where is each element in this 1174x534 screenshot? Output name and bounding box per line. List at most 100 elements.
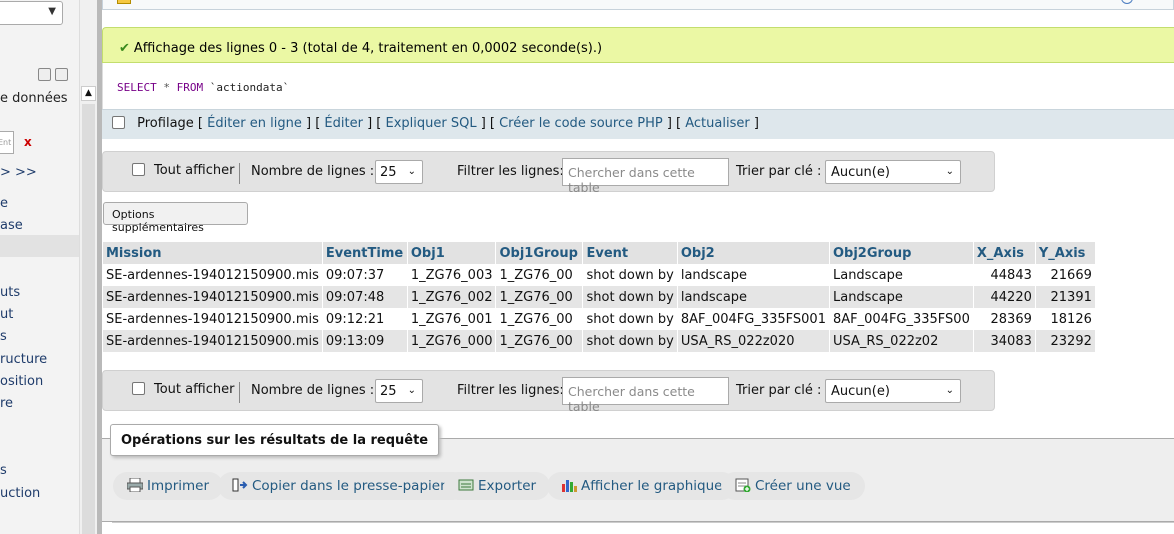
link-icon[interactable] bbox=[55, 68, 68, 81]
display-chart-button[interactable]: Afficher le graphique bbox=[547, 472, 737, 500]
copy-label: Copier dans le presse-papiers bbox=[252, 478, 453, 494]
cell[interactable]: landscape bbox=[677, 286, 830, 308]
nav-item[interactable]: osition bbox=[0, 374, 43, 389]
column-header[interactable]: Y_Axis bbox=[1035, 242, 1096, 264]
cell[interactable]: 1_ZG76_003 bbox=[407, 264, 497, 286]
column-header[interactable]: Obj2Group bbox=[829, 242, 974, 264]
nav-item[interactable]: uction bbox=[0, 486, 40, 501]
show-all-checkbox[interactable] bbox=[132, 163, 145, 176]
table-row: SE-ardennes-194012150900.mis 09:07:37 1_… bbox=[103, 264, 1096, 286]
create-php-code-link[interactable]: Créer le code source PHP bbox=[499, 116, 663, 131]
nav-filter-clear-button[interactable]: x bbox=[24, 135, 32, 149]
rows-select[interactable]: 25 ⌄ bbox=[375, 379, 423, 403]
scroll-track[interactable] bbox=[82, 104, 95, 534]
cell[interactable]: SE-ardennes-194012150900.mis bbox=[103, 330, 323, 352]
cell[interactable]: 09:07:37 bbox=[322, 264, 408, 286]
nav-item[interactable]: uts bbox=[0, 285, 20, 300]
export-label: Exporter bbox=[478, 478, 537, 494]
cell[interactable]: 09:13:09 bbox=[322, 330, 408, 352]
cell[interactable]: 21391 bbox=[1035, 286, 1096, 308]
cell[interactable]: shot down by bbox=[582, 264, 678, 286]
filter-rows-input[interactable]: Chercher dans cette table bbox=[562, 377, 729, 414]
rows-select[interactable]: 25 ⌄ bbox=[375, 160, 423, 184]
cell[interactable]: 21669 bbox=[1035, 264, 1096, 286]
cell[interactable]: SE-ardennes-194012150900.mis bbox=[103, 308, 323, 330]
cell[interactable]: Landscape bbox=[829, 286, 974, 308]
nav-item[interactable]: e bbox=[0, 196, 8, 211]
cell[interactable]: 8AF_004FG_335FS00 bbox=[829, 308, 974, 330]
nav-filter-input[interactable]: Ent bbox=[0, 131, 14, 154]
cell[interactable]: 44843 bbox=[973, 264, 1036, 286]
column-header[interactable]: Event bbox=[582, 242, 678, 264]
explain-sql-link[interactable]: Expliquer SQL bbox=[385, 116, 476, 131]
cell[interactable]: Landscape bbox=[829, 264, 974, 286]
rows-value: 25 bbox=[380, 165, 397, 180]
column-header[interactable]: Mission bbox=[103, 242, 323, 264]
column-header[interactable]: X_Axis bbox=[973, 242, 1036, 264]
cell[interactable]: SE-ardennes-194012150900.mis bbox=[103, 264, 323, 286]
copy-clipboard-button[interactable]: Copier dans le presse-papiers bbox=[218, 472, 467, 500]
nav-scrollbar[interactable]: ▲ bbox=[79, 0, 97, 534]
show-all-label: Tout afficher bbox=[154, 163, 235, 178]
cell[interactable]: USA_RS_022z02 bbox=[829, 330, 974, 352]
column-header[interactable]: Obj1 bbox=[407, 242, 497, 264]
nav-item[interactable]: s bbox=[0, 329, 7, 344]
nav-item[interactable]: ut bbox=[0, 307, 13, 322]
databases-label: e données bbox=[0, 91, 68, 106]
nav-item[interactable]: ase bbox=[0, 218, 23, 233]
export-icon bbox=[458, 479, 474, 491]
column-header[interactable]: Obj2 bbox=[677, 242, 830, 264]
nav-item[interactable]: s bbox=[0, 463, 7, 478]
scroll-up-icon[interactable]: ▲ bbox=[81, 86, 96, 101]
nav-item[interactable]: > >> bbox=[0, 165, 37, 180]
profiling-label: Profilage bbox=[137, 116, 194, 131]
cell[interactable]: 23292 bbox=[1035, 330, 1096, 352]
sql-table-name: `actiondata` bbox=[209, 81, 290, 94]
cell[interactable]: 1_ZG76_000 bbox=[407, 330, 497, 352]
cell[interactable]: 1_ZG76_00 bbox=[495, 330, 584, 352]
export-button[interactable]: Exporter bbox=[444, 472, 551, 500]
edit-link[interactable]: Éditer bbox=[324, 116, 363, 131]
sql-query-display[interactable]: SELECT * FROM `actiondata` bbox=[102, 63, 1174, 109]
extra-options-button[interactable]: Options supplémentaires bbox=[103, 202, 248, 234]
profiling-checkbox[interactable] bbox=[112, 116, 125, 129]
sort-by-key-select[interactable]: Aucun(e) ⌄ bbox=[825, 379, 961, 403]
refresh-link[interactable]: Actualiser bbox=[685, 116, 749, 131]
nav-item[interactable]: re bbox=[0, 396, 13, 411]
nav-item[interactable]: ructure bbox=[0, 352, 47, 367]
cell[interactable]: shot down by bbox=[582, 286, 678, 308]
edit-inline-link[interactable]: Éditer en ligne bbox=[207, 116, 302, 131]
cell[interactable]: 28369 bbox=[973, 308, 1036, 330]
cell[interactable]: USA_RS_022z020 bbox=[677, 330, 830, 352]
sql-star: * bbox=[163, 81, 170, 94]
filter-rows-input[interactable]: Chercher dans cette table bbox=[562, 158, 729, 195]
sort-by-key-select[interactable]: Aucun(e) ⌄ bbox=[825, 160, 961, 184]
cell[interactable]: 1_ZG76_002 bbox=[407, 286, 497, 308]
show-all-control[interactable]: Tout afficher bbox=[132, 163, 234, 178]
cell[interactable]: SE-ardennes-194012150900.mis bbox=[103, 286, 323, 308]
cell[interactable]: 1_ZG76_00 bbox=[495, 308, 584, 330]
table-header-row: Mission EventTime Obj1 Obj1Group Event O… bbox=[103, 242, 1096, 264]
cell[interactable]: 1_ZG76_00 bbox=[495, 264, 584, 286]
show-all-control[interactable]: Tout afficher bbox=[132, 382, 234, 397]
cell[interactable]: shot down by bbox=[582, 308, 678, 330]
cell[interactable]: 1_ZG76_00 bbox=[495, 286, 584, 308]
show-all-checkbox[interactable] bbox=[132, 382, 145, 395]
help-icon[interactable] bbox=[1121, 0, 1133, 4]
collapse-all-icon[interactable] bbox=[38, 68, 51, 81]
column-header[interactable]: EventTime bbox=[322, 242, 408, 264]
sql-from-keyword: FROM bbox=[176, 81, 204, 94]
server-select[interactable]: ▼ bbox=[0, 1, 63, 25]
cell[interactable]: 1_ZG76_001 bbox=[407, 308, 497, 330]
print-button[interactable]: Imprimer bbox=[113, 472, 224, 500]
cell[interactable]: 09:07:48 bbox=[322, 286, 408, 308]
create-view-button[interactable]: Créer une vue bbox=[721, 472, 865, 500]
cell[interactable]: 44220 bbox=[973, 286, 1036, 308]
cell[interactable]: 18126 bbox=[1035, 308, 1096, 330]
cell[interactable]: 34083 bbox=[973, 330, 1036, 352]
column-header[interactable]: Obj1Group bbox=[495, 242, 584, 264]
cell[interactable]: 8AF_004FG_335FS001 bbox=[677, 308, 830, 330]
cell[interactable]: landscape bbox=[677, 264, 830, 286]
cell[interactable]: shot down by bbox=[582, 330, 678, 352]
cell[interactable]: 09:12:21 bbox=[322, 308, 408, 330]
